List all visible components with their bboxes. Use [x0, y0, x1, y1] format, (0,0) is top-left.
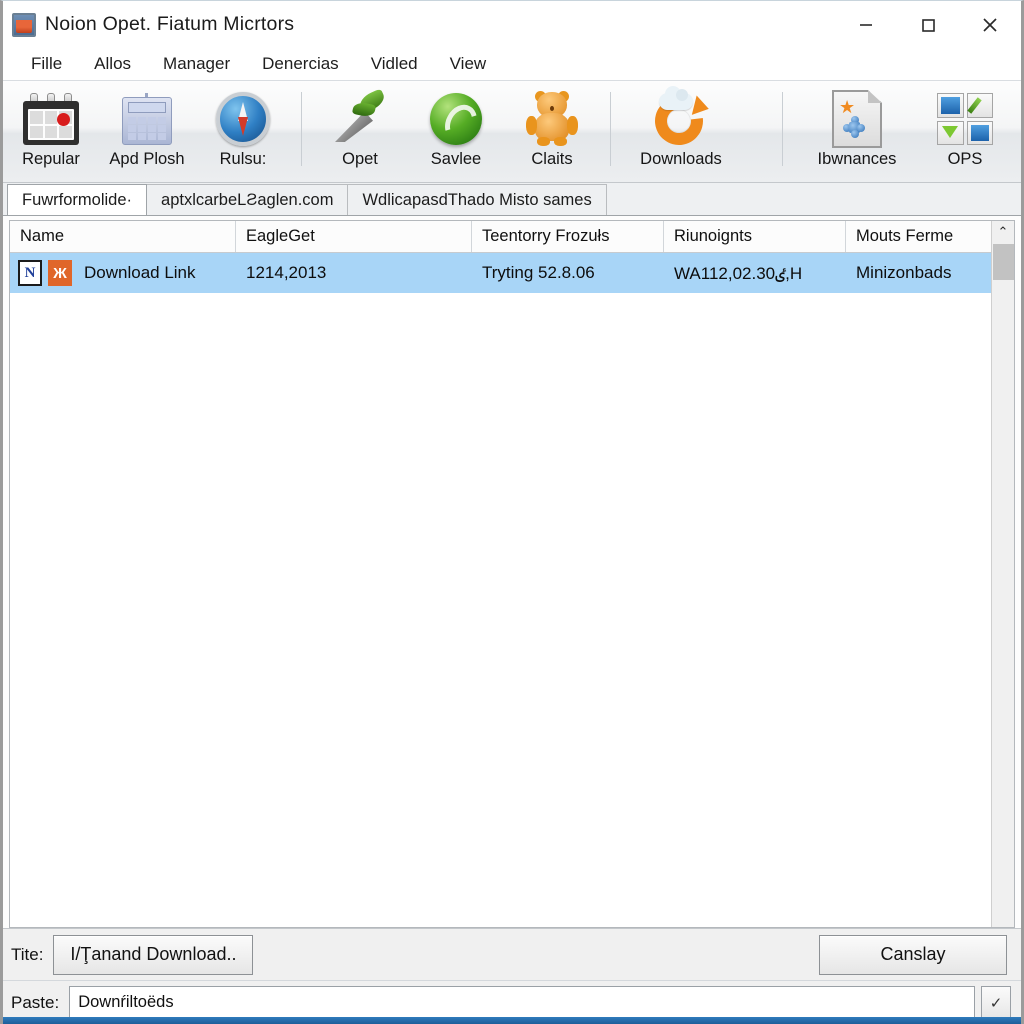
column-header-mouts-ferme[interactable]: Mouts Ferme	[846, 221, 991, 252]
tab-label: WdlicapasdThado Misto sames	[362, 190, 592, 209]
page-plugin-icon: ★	[826, 90, 888, 148]
column-header-riunoignts[interactable]: Riunoignts	[664, 221, 846, 252]
orange-question-icon: Ж	[48, 260, 72, 286]
toolbar-button-savlee[interactable]: Savlee	[408, 86, 504, 169]
toolbar-label-repular: Repular	[22, 150, 80, 168]
compass-icon	[212, 90, 274, 148]
minimize-button[interactable]	[835, 1, 897, 48]
bear-icon	[521, 90, 583, 148]
toolbar-button-repular[interactable]: Repular	[3, 86, 99, 169]
row-icon-group: N Ж	[10, 260, 72, 286]
scroll-up-icon[interactable]: ⌃	[991, 221, 1014, 243]
tab-strip: Fuwrformolide· aptxlcarbeLƧaglen.com Wdl…	[3, 183, 1021, 216]
toolbar-label-ops: OPS	[947, 150, 983, 168]
paste-input[interactable]: Downŕiltoëds	[69, 985, 975, 1020]
netscape-n-icon: N	[18, 260, 42, 286]
toolbar-label-apd-plosh: Apd Plosh	[109, 150, 185, 168]
application-window: Noion Opet. Fiatum Micrtors Fille Allos …	[0, 0, 1024, 1024]
calendar-icon	[20, 90, 82, 148]
paste-field-label: Paste:	[11, 992, 60, 1012]
list-body: N Ж Download Link 1214,2013 Tryting 52.8…	[10, 253, 991, 927]
toolbar-button-downloads[interactable]: Downloads	[621, 86, 741, 169]
toolbar-label-rulsu: Rulsu:	[219, 150, 267, 168]
maximize-button[interactable]	[897, 1, 959, 48]
pen-icon	[329, 88, 391, 148]
toolbar-label-claits: Claits	[531, 150, 573, 168]
bottom-panel: Tite: I/Ţanand Download.. Canslay Paste:…	[3, 928, 1021, 1024]
menu-item-allos[interactable]: Allos	[78, 54, 147, 74]
cancel-button[interactable]: Canslay	[819, 934, 1007, 975]
cell-eagleget: 1214,2013	[246, 263, 327, 282]
toolbar-separator-2	[610, 92, 611, 166]
tab-aptxlcarbelaglen-com[interactable]: aptxlcarbeLƧaglen.com	[146, 184, 349, 215]
column-header-eagleget[interactable]: EagleGet	[236, 221, 472, 252]
toolbar-label-ibwnances: Ibwnances	[817, 150, 897, 168]
tab-wdlicapasdthado-misto-sames[interactable]: WdlicapasdThado Misto sames	[347, 184, 607, 215]
cell-riunoignts: WAٸ112,02.30,H	[674, 263, 803, 283]
app-window-icon	[12, 12, 36, 37]
menu-item-file[interactable]: Fille	[15, 54, 78, 74]
green-orb-icon	[425, 90, 487, 148]
toolbar-label-opet: Opet	[342, 150, 378, 168]
scrollbar-track[interactable]	[991, 280, 1014, 927]
toolbar-group-1: Repular Apd Plosh Rulsu:	[3, 86, 291, 169]
column-header-teentorry[interactable]: Teentorry Frozułs	[472, 221, 664, 252]
keypad-icon	[116, 90, 178, 148]
toolbar: Repular Apd Plosh Rulsu: Opet Savlee Cla…	[3, 81, 1021, 183]
title-field-label: Tite:	[11, 944, 44, 964]
cell-name: Download Link	[84, 263, 196, 282]
toolbar-button-opet[interactable]: Opet	[312, 86, 408, 169]
toolbar-button-ops[interactable]: OPS	[917, 86, 1013, 169]
toolbar-group-3: Downloads	[621, 86, 741, 169]
toolbar-label-downloads: Downloads	[640, 150, 722, 168]
window-controls	[835, 1, 1021, 48]
bottom-action-row: Tite: I/Ţanand Download.. Canslay	[3, 929, 1021, 981]
vertical-scrollbar[interactable]: ⌃	[991, 221, 1014, 927]
list-content: Name EagleGet Teentorry Frozułs Riunoign…	[10, 221, 991, 927]
menu-bar: Fille Allos Manager Denercias Vidled Vie…	[3, 48, 1021, 81]
tab-fuwrformolide[interactable]: Fuwrformolide·	[7, 184, 148, 215]
menu-item-vidled[interactable]: Vidled	[355, 54, 434, 74]
toolbar-button-ibwnances[interactable]: ★ Ibwnances	[797, 86, 917, 169]
close-button[interactable]	[959, 1, 1021, 48]
toolbar-label-savlee: Savlee	[430, 150, 482, 168]
paste-confirm-icon[interactable]: ✓	[981, 985, 1011, 1020]
title-bar: Noion Opet. Fiatum Micrtors	[3, 1, 1021, 48]
start-download-button[interactable]: I/Ţanand Download..	[53, 934, 254, 975]
scrollbar-thumb[interactable]	[992, 244, 1014, 280]
downloads-refresh-icon	[645, 86, 713, 155]
download-list: Name EagleGet Teentorry Frozułs Riunoign…	[9, 220, 1015, 928]
window-title: Noion Opet. Fiatum Micrtors	[45, 13, 295, 35]
toolbar-group-4: ★ Ibwnances OPS	[797, 86, 1013, 169]
cell-teentorry: Tryting 52.8.06	[482, 263, 595, 282]
status-strip	[3, 1017, 1021, 1024]
column-header-name[interactable]: Name	[10, 221, 236, 252]
menu-item-view[interactable]: View	[434, 54, 503, 74]
toolbar-button-claits[interactable]: Claits	[504, 86, 600, 169]
menu-item-denercias[interactable]: Denercias	[246, 54, 355, 74]
toolbar-separator-1	[301, 92, 302, 166]
toolbar-button-rulsu[interactable]: Rulsu:	[195, 86, 291, 169]
toolbar-group-2: Opet Savlee Claits	[312, 86, 600, 169]
menu-item-manager[interactable]: Manager	[147, 54, 246, 74]
list-header-row: Name EagleGet Teentorry Frozułs Riunoign…	[10, 221, 991, 253]
tab-label: aptxlcarbeLƧaglen.com	[161, 190, 334, 209]
toolbar-button-apd-plosh[interactable]: Apd Plosh	[99, 86, 195, 169]
ops-grid-icon	[934, 90, 996, 148]
tab-label: Fuwrformolide·	[22, 190, 133, 209]
table-row[interactable]: N Ж Download Link 1214,2013 Tryting 52.8…	[10, 253, 991, 293]
toolbar-separator-3	[782, 92, 783, 166]
cell-mouts-ferme: Minizonbads	[856, 263, 952, 282]
